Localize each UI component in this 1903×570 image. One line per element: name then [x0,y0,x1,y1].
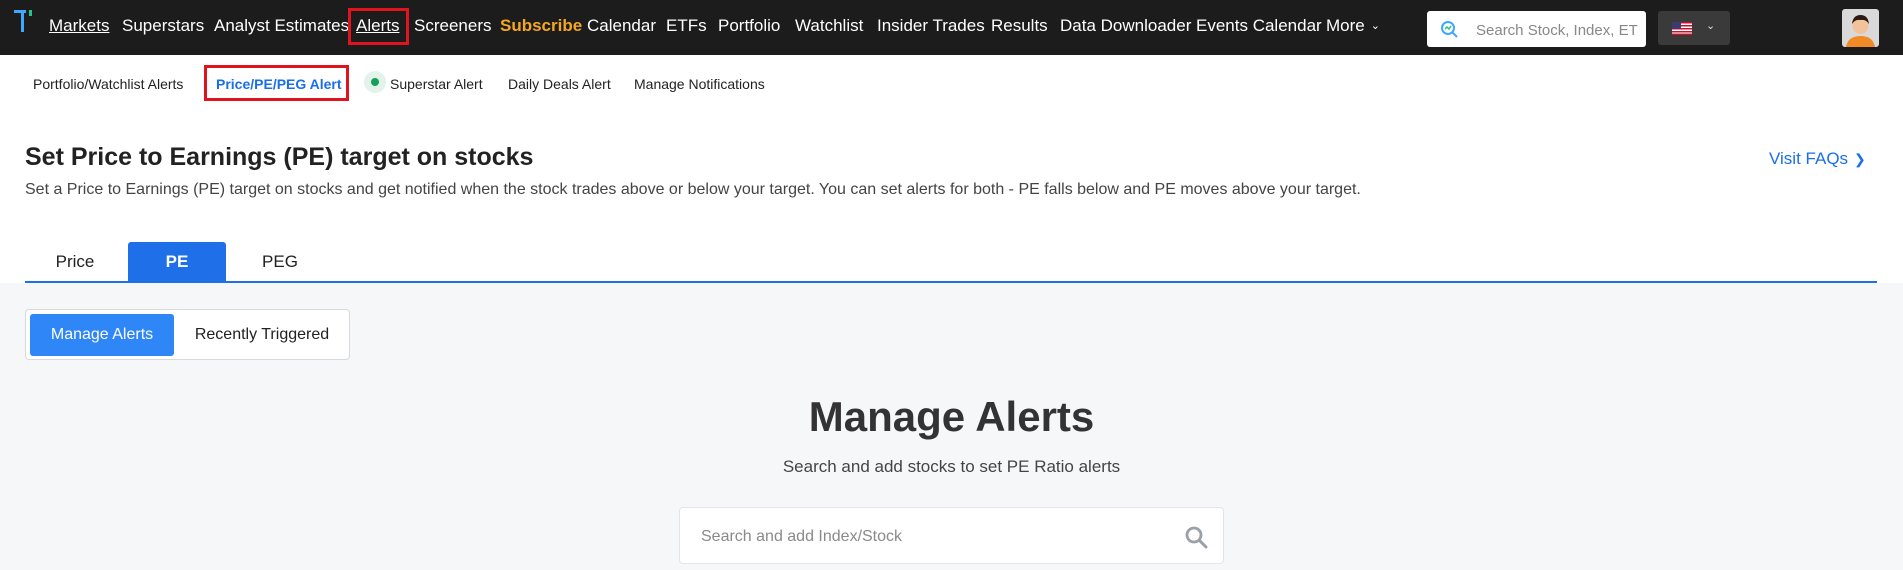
tab-pe[interactable]: PE [128,242,226,282]
tab-peg[interactable]: PEG [230,242,330,282]
subnav-superstar-alert[interactable]: Superstar Alert [390,75,483,93]
avatar[interactable] [1842,9,1879,47]
nav-screeners[interactable]: Screeners [414,16,491,36]
page-title: Set Price to Earnings (PE) target on sto… [25,143,534,171]
subnav-manage-notifications[interactable]: Manage Notifications [634,75,765,93]
nav-more[interactable]: More ⌄ [1326,16,1380,36]
nav-superstars[interactable]: Superstars [122,16,204,36]
nav-data-downloader[interactable]: Data Downloader [1060,16,1191,36]
tab-price[interactable]: Price [25,242,125,282]
nav-subscribe[interactable]: Subscribe [500,16,582,36]
alerts-highlight-box [348,8,409,45]
chevron-down-icon: ⌄ [1370,20,1380,32]
chevron-down-icon: ⌄ [1706,20,1716,32]
top-navigation-bar: Markets Superstars Analyst Estimates Ale… [0,0,1903,55]
nav-portfolio[interactable]: Portfolio [718,16,780,36]
stock-search-box[interactable] [679,507,1224,564]
subnav-daily-deals-alert[interactable]: Daily Deals Alert [508,75,611,93]
search-icon [1441,21,1458,38]
nav-etfs[interactable]: ETFs [666,16,707,36]
global-search-input[interactable] [1476,20,1638,40]
nav-more-label: More [1326,16,1365,35]
us-flag-icon [1672,22,1692,35]
user-avatar-icon [1842,9,1879,47]
global-search[interactable] [1427,11,1646,47]
nav-insider-trades[interactable]: Insider Trades [877,16,985,36]
subnav-portfolio-watchlist-alerts[interactable]: Portfolio/Watchlist Alerts [33,75,183,93]
recently-triggered-button[interactable]: Recently Triggered [177,314,347,356]
page-description: Set a Price to Earnings (PE) target on s… [25,181,1361,198]
manage-alerts-subtitle: Search and add stocks to set PE Ratio al… [782,457,1121,476]
nav-calendar[interactable]: Calendar [587,16,656,36]
nav-analyst-estimates[interactable]: Analyst Estimates [214,16,349,36]
search-icon[interactable] [1184,525,1208,549]
stock-search-input[interactable] [701,526,1161,548]
country-selector[interactable]: ⌄ [1658,11,1730,45]
nav-watchlist[interactable]: Watchlist [795,16,863,36]
manage-alerts-title: Manage Alerts [808,393,1095,440]
nav-events-calendar[interactable]: Events Calendar [1196,16,1322,36]
price-pe-peg-highlight-box [204,65,349,101]
nav-markets[interactable]: Markets [49,16,109,36]
chevron-right-icon: ❯ [1854,151,1866,167]
alerts-segment-control: Manage Alerts Recently Triggered [25,309,350,360]
status-dot-icon [364,71,386,93]
logo-icon[interactable] [12,8,38,38]
nav-results[interactable]: Results [991,16,1048,36]
visit-faqs-label: Visit FAQs [1769,149,1849,168]
visit-faqs-link[interactable]: Visit FAQs ❯ [1769,149,1866,169]
manage-alerts-button[interactable]: Manage Alerts [30,314,174,356]
